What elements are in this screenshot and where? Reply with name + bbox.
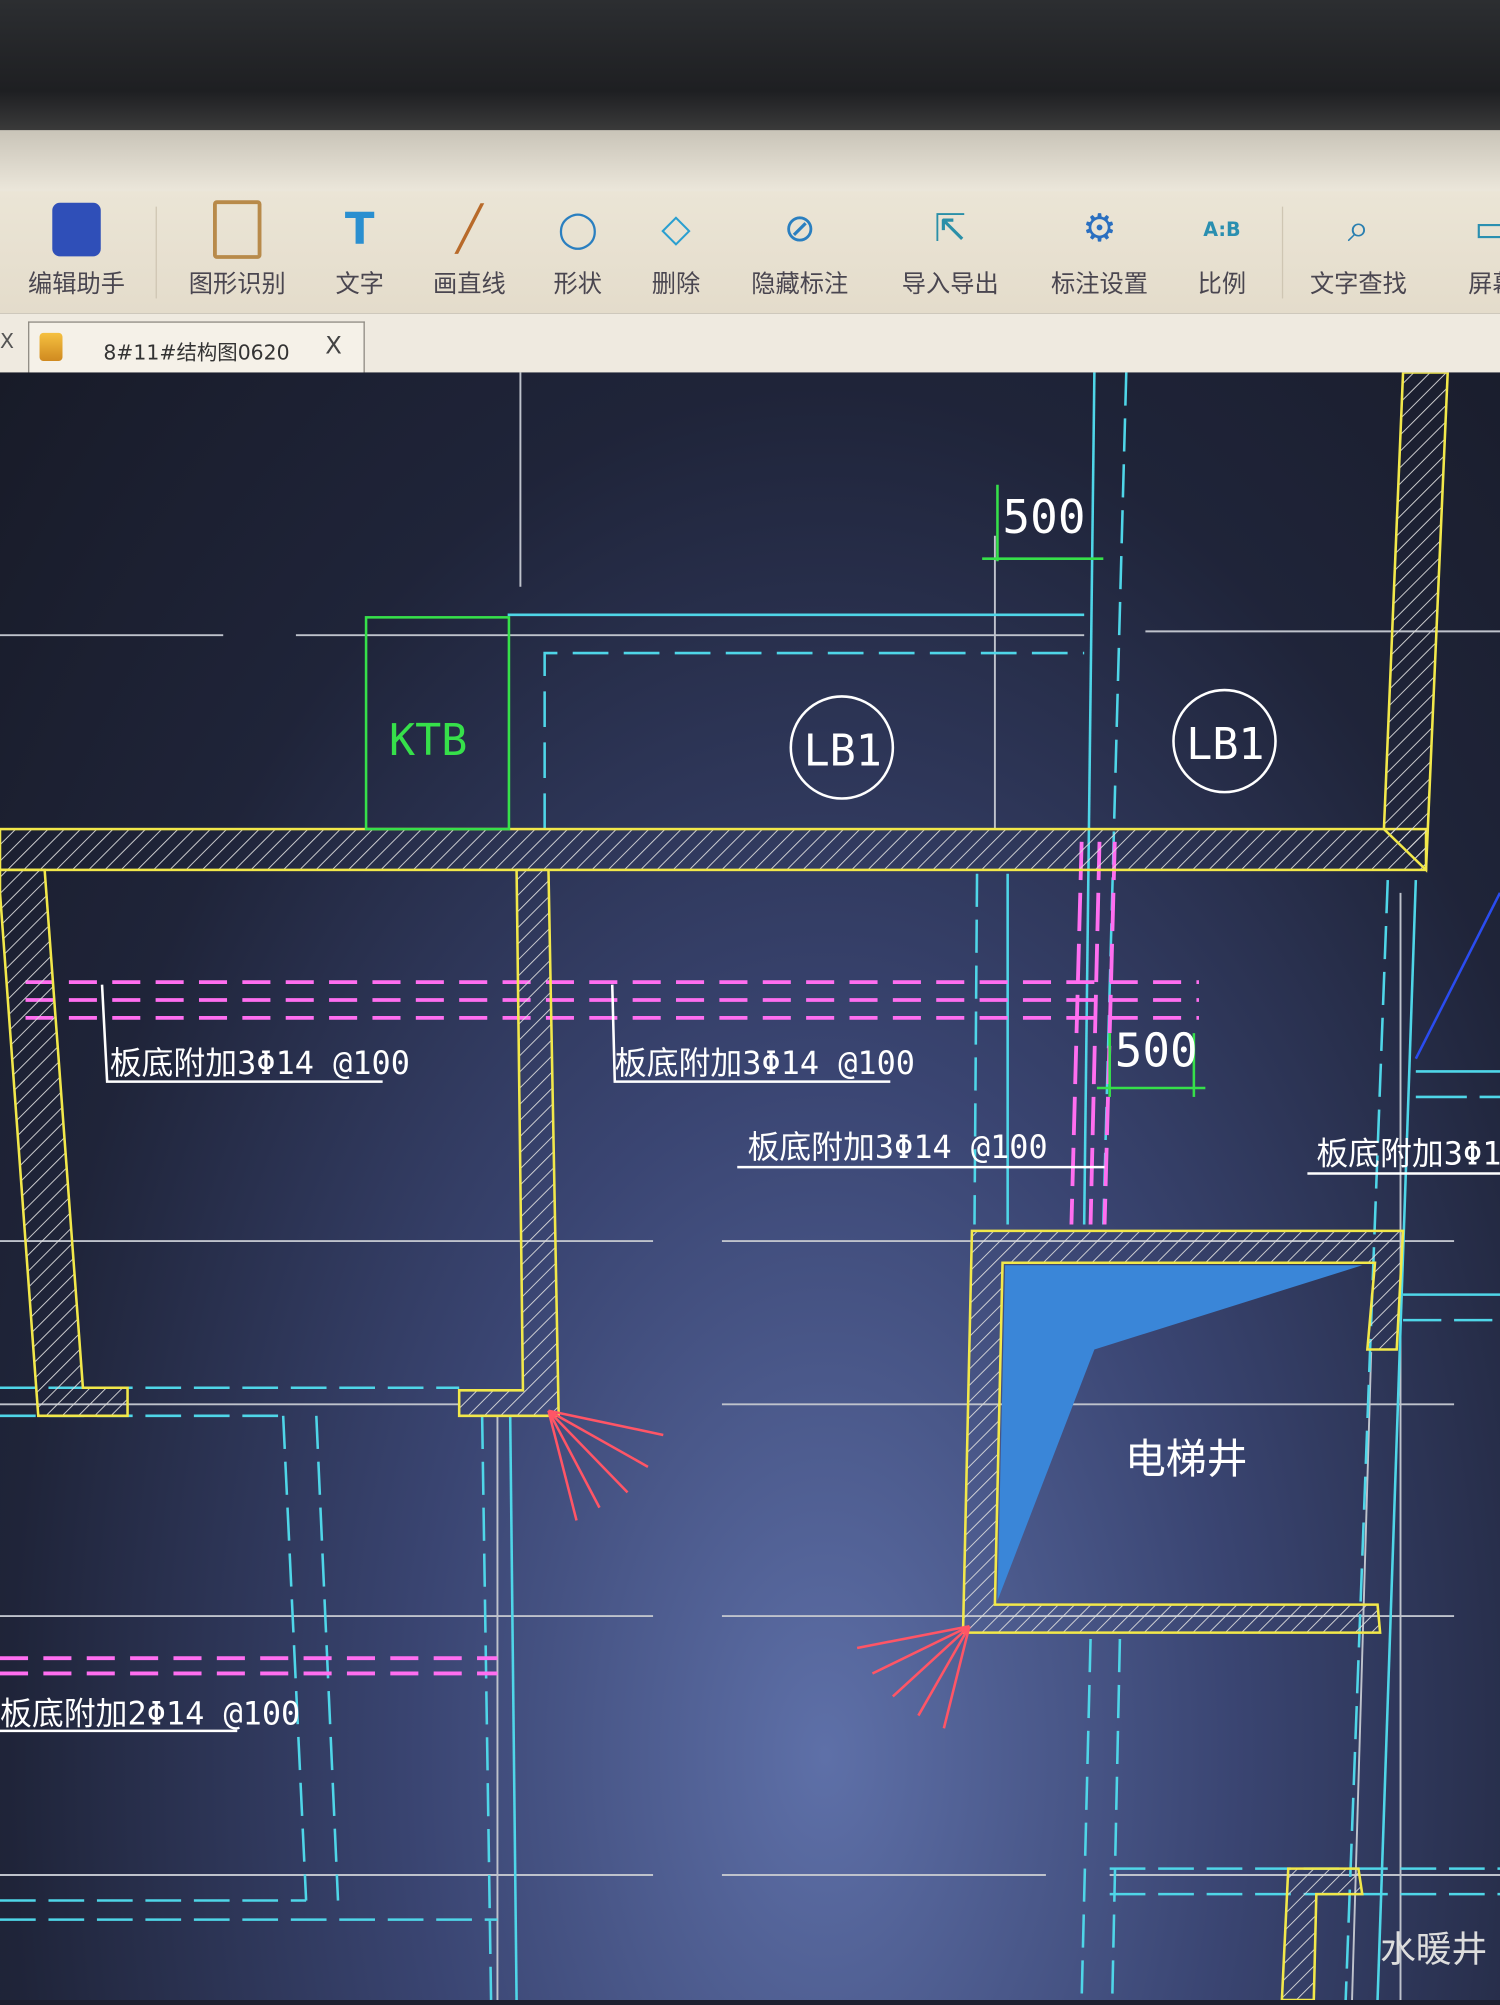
annotation-settings-button[interactable]: ⚙ 标注设置 (1051, 202, 1148, 300)
tab-structure-drawing[interactable]: 8#11#结构图0620 X (28, 321, 365, 374)
tool-label: 屏幕 (1468, 270, 1500, 299)
diagonal-line (1414, 892, 1500, 1060)
scale-icon: A:B (1203, 217, 1241, 241)
tool-label: 隐藏标注 (751, 270, 849, 299)
plumbing-shaft-label: 水暖井 (1380, 1930, 1487, 1971)
tool-label: 导入导出 (901, 270, 999, 299)
tool-label: 形状 (553, 270, 603, 299)
shape-recognition-button[interactable]: 图形识别 (188, 200, 286, 300)
dimension-lines (982, 484, 1206, 1097)
rebar-note: 板底附加3Φ14 @100 (747, 1128, 1047, 1166)
monitor-bezel (0, 0, 1500, 131)
screen-button[interactable]: ▭ 屏幕 (1467, 202, 1500, 300)
shape-button[interactable]: ◯ 形状 (552, 202, 603, 300)
shape-icon: ◯ (557, 207, 598, 250)
document-tab-bar: X 8#11#结构图0620 X (0, 313, 1500, 374)
tab-close-button[interactable]: X (325, 332, 342, 360)
rebar-note: 板底附加3Φ14 @100 (110, 1044, 410, 1082)
screen-icon: ▭ (1467, 202, 1500, 258)
import-export-button[interactable]: ⇱ 导入导出 (902, 202, 999, 300)
scale-button[interactable]: A:B 比例 (1196, 202, 1247, 300)
tab-title: 8#11#结构图0620 (103, 340, 290, 365)
shape-recognition-icon (212, 200, 263, 259)
tool-label: 文字查找 (1309, 270, 1407, 299)
text-button[interactable]: T 文字 (334, 202, 385, 300)
annotation-settings-icon: ⚙ (1082, 206, 1117, 252)
ktb-label: KTB (389, 716, 467, 766)
beam-lines (0, 372, 1500, 2001)
drawing-canvas[interactable]: KTB LB1 LB1 500 500 板底附加3Φ14 @100 板底附加3Φ… (0, 371, 1500, 2002)
edit-assistant-icon (51, 202, 102, 258)
delete-button[interactable]: ◇ 删除 (651, 202, 702, 300)
draw-line-icon: ╱ (456, 204, 483, 256)
cad-drawing: KTB LB1 LB1 500 500 板底附加3Φ14 @100 板底附加3Φ… (0, 371, 1500, 2002)
divider (155, 206, 157, 299)
draw-line-button[interactable]: ╱ 画直线 (433, 202, 506, 300)
edit-assistant-button[interactable]: 编辑助手 (28, 202, 125, 300)
window-title-area (0, 130, 1500, 194)
lb1-label: LB1 (804, 726, 882, 776)
rebar-note: 板底附加3Φ14 @100 (615, 1044, 915, 1082)
grid-lines (0, 372, 1500, 2001)
hide-annotation-icon: ⊘ (783, 206, 816, 252)
text-search-icon: ⌕ (1347, 206, 1370, 252)
rebar-note: 板底附加3Φ14 @ (1316, 1135, 1500, 1173)
walls (0, 371, 1450, 2002)
tool-label: 画直线 (433, 270, 506, 299)
import-export-icon: ⇱ (934, 206, 967, 252)
eraser-icon: ◇ (661, 206, 691, 252)
tool-label: 文字 (335, 270, 384, 299)
elevator-shaft-fill (997, 1265, 1363, 1601)
prev-tab-close-button[interactable]: X (0, 329, 14, 353)
text-search-button[interactable]: ⌕ 文字查找 (1310, 202, 1407, 300)
tool-label: 标注设置 (1051, 270, 1148, 299)
text-icon: T (344, 204, 375, 256)
rebar-note: 板底附加2Φ14 @100 (0, 1694, 300, 1732)
divider (1281, 206, 1284, 299)
lock-icon (39, 332, 63, 361)
column-marks (547, 1409, 971, 1729)
dimension-text: 500 (1003, 490, 1086, 544)
elevator-label: 电梯井 (1125, 1435, 1247, 1483)
tool-label: 编辑助手 (28, 270, 126, 299)
dimension-text: 500 (1115, 1023, 1198, 1077)
lb1-label: LB1 (1186, 720, 1264, 770)
hide-annotation-button[interactable]: ⊘ 隐藏标注 (751, 202, 848, 300)
tool-label: 删除 (651, 270, 701, 299)
toolbar: 编辑助手 图形识别 T 文字 ╱ 画直线 ◯ 形状 ◇ 删除 ⊘ 隐藏标注 ⇱ (0, 191, 1500, 314)
tool-label: 图形识别 (188, 270, 286, 299)
tool-label: 比例 (1197, 270, 1247, 299)
